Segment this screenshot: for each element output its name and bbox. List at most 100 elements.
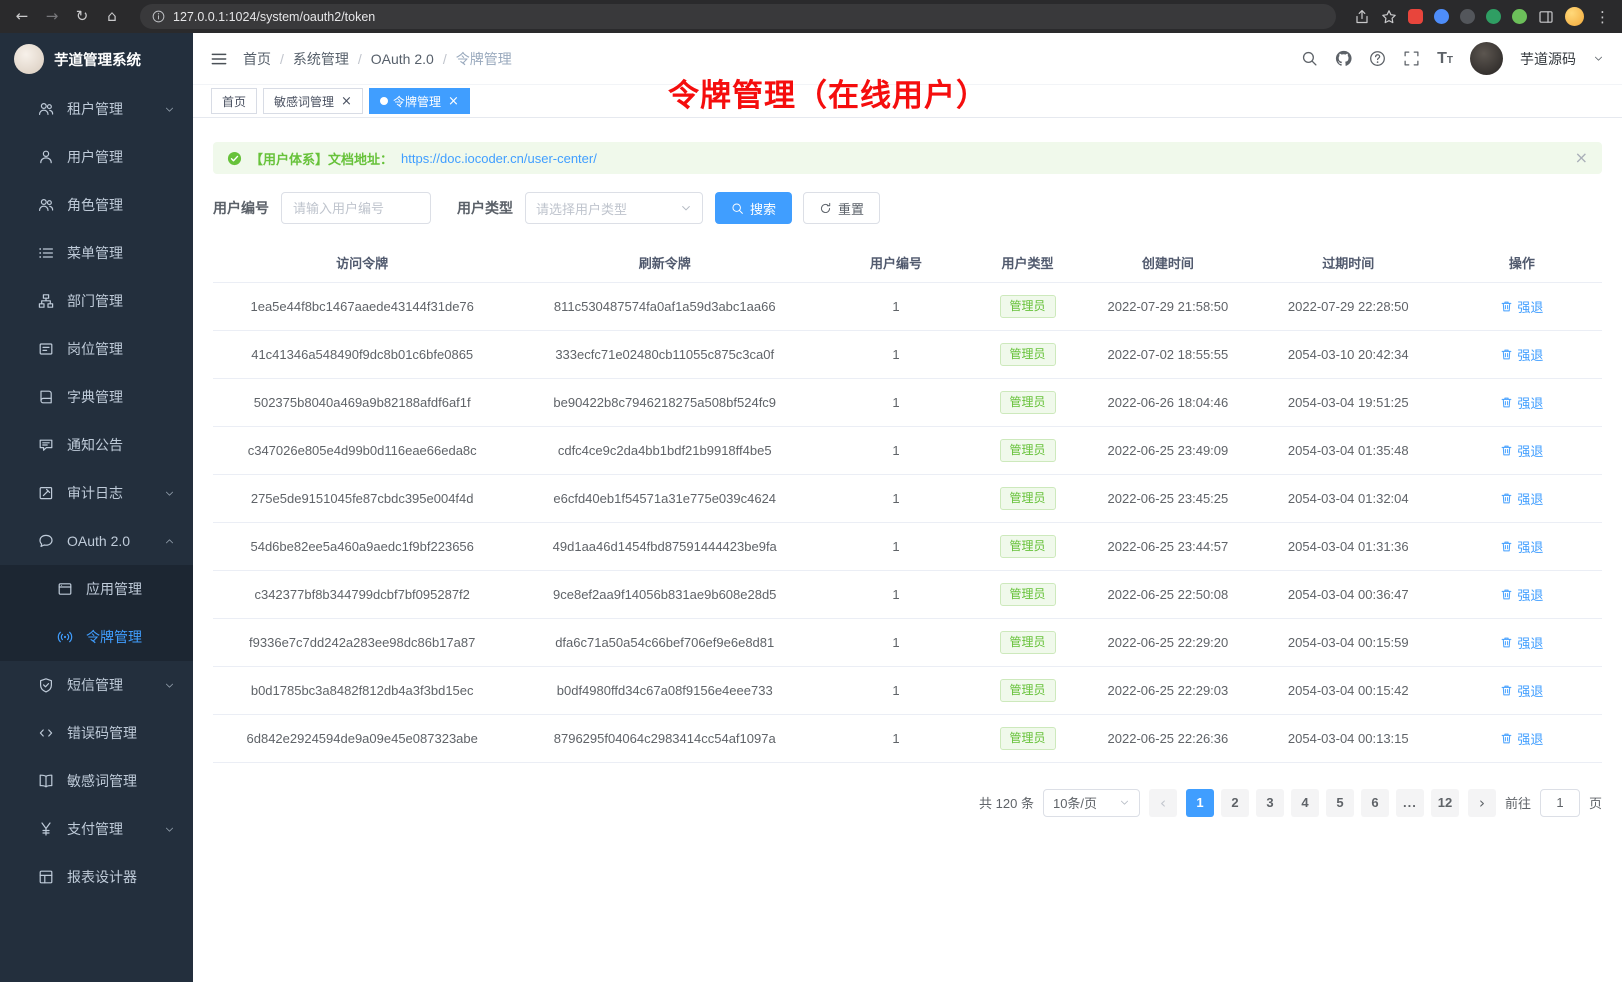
sidebar-item-pay[interactable]: 支付管理 bbox=[0, 805, 193, 853]
alert-close-icon[interactable]: × bbox=[1575, 150, 1588, 166]
menu-collapse-icon[interactable] bbox=[211, 51, 227, 67]
tab-close-icon[interactable]: × bbox=[448, 95, 459, 108]
force-logout-button[interactable]: 强退 bbox=[1500, 633, 1543, 652]
force-logout-button[interactable]: 强退 bbox=[1500, 441, 1543, 460]
help-icon[interactable] bbox=[1369, 50, 1386, 67]
sidebar-item-post[interactable]: 岗位管理 bbox=[0, 325, 193, 373]
pagination: 共 120 条 10条/页 ‹ 123456...12 › 前往 页 bbox=[213, 789, 1602, 817]
search-button[interactable]: 搜索 bbox=[715, 192, 792, 224]
font-size-icon[interactable]: TT bbox=[1437, 51, 1453, 67]
user-avatar[interactable] bbox=[1470, 42, 1503, 75]
search-icon[interactable] bbox=[1301, 50, 1318, 67]
user-id-cell: 1 bbox=[818, 330, 974, 378]
force-logout-button[interactable]: 强退 bbox=[1500, 393, 1543, 412]
page-button[interactable]: 3 bbox=[1256, 789, 1284, 817]
extension-puzzle-icon[interactable] bbox=[1512, 9, 1527, 24]
chevron-down-icon bbox=[164, 488, 175, 499]
sidebar-item-error-code[interactable]: 错误码管理 bbox=[0, 709, 193, 757]
page-button[interactable]: 6 bbox=[1361, 789, 1389, 817]
url-bar[interactable]: 127.0.0.1:1024/system/oauth2/token bbox=[140, 4, 1336, 29]
page-button[interactable]: 5 bbox=[1326, 789, 1354, 817]
shield-icon bbox=[38, 677, 54, 693]
signal-icon bbox=[57, 629, 73, 645]
sidebar-item-dict[interactable]: 字典管理 bbox=[0, 373, 193, 421]
page-size-value: 10条/页 bbox=[1053, 793, 1097, 812]
force-logout-button[interactable]: 强退 bbox=[1500, 537, 1543, 556]
fullscreen-icon[interactable] bbox=[1403, 50, 1420, 67]
page-size-select[interactable]: 10条/页 bbox=[1043, 789, 1140, 817]
tab-sensitive-word[interactable]: 敏感词管理× bbox=[263, 88, 363, 114]
page-button[interactable]: 1 bbox=[1186, 789, 1214, 817]
table-row: 502375b8040a469a9b82188afdf6af1fbe90422b… bbox=[213, 378, 1602, 426]
goto-page-input[interactable] bbox=[1540, 789, 1580, 817]
extension-red-icon[interactable] bbox=[1408, 9, 1423, 24]
reset-button[interactable]: 重置 bbox=[803, 192, 880, 224]
sidebar-item-audit-log[interactable]: 审计日志 bbox=[0, 469, 193, 517]
force-logout-button[interactable]: 强退 bbox=[1500, 297, 1543, 316]
next-page-button[interactable]: › bbox=[1468, 789, 1496, 817]
breadcrumb-item[interactable]: 首页 bbox=[243, 49, 271, 69]
bookmark-star-icon[interactable] bbox=[1381, 9, 1397, 25]
force-logout-button[interactable]: 强退 bbox=[1500, 681, 1543, 700]
app: 芋道管理系统 租户管理用户管理角色管理菜单管理部门管理岗位管理字典管理通知公告审… bbox=[0, 33, 1622, 982]
sidebar-item-user[interactable]: 用户管理 bbox=[0, 133, 193, 181]
app-logo[interactable]: 芋道管理系统 bbox=[0, 33, 193, 85]
prev-page-button[interactable]: ‹ bbox=[1149, 789, 1177, 817]
browser-profile-icon[interactable] bbox=[1565, 7, 1584, 26]
user-type-select[interactable]: 请选择用户类型 bbox=[525, 192, 703, 224]
filter-bar: 用户编号 用户类型 请选择用户类型 搜索 重置 bbox=[213, 192, 1602, 224]
user-name[interactable]: 芋道源码 bbox=[1520, 49, 1576, 69]
tab-close-icon[interactable]: × bbox=[341, 95, 352, 108]
sidebar-item-menu[interactable]: 菜单管理 bbox=[0, 229, 193, 277]
force-logout-button[interactable]: 强退 bbox=[1500, 729, 1543, 748]
sidebar-item-sensitive-word[interactable]: 敏感词管理 bbox=[0, 757, 193, 805]
trash-icon bbox=[1500, 348, 1513, 361]
window-icon bbox=[57, 581, 73, 597]
github-icon[interactable] bbox=[1335, 50, 1352, 67]
expire-time-cell: 2054-03-10 20:42:34 bbox=[1255, 330, 1442, 378]
page-button[interactable]: 2 bbox=[1221, 789, 1249, 817]
sidebar-item-label: 敏感词管理 bbox=[67, 771, 175, 791]
site-info-icon[interactable] bbox=[152, 10, 165, 23]
force-logout-button[interactable]: 强退 bbox=[1500, 489, 1543, 508]
sidebar-item-report[interactable]: 报表设计器 bbox=[0, 853, 193, 901]
sidebar-item-label: 通知公告 bbox=[67, 435, 175, 455]
breadcrumb-item[interactable]: 系统管理 bbox=[293, 49, 349, 69]
extension-blue-icon[interactable] bbox=[1434, 9, 1449, 24]
browser-home-icon[interactable]: ⌂ bbox=[102, 7, 122, 27]
force-logout-button[interactable]: 强退 bbox=[1500, 345, 1543, 364]
sidebar-item-app[interactable]: 应用管理 bbox=[0, 565, 193, 613]
refresh-token-cell: 333ecfc71e02480cb11055c875c3ca0f bbox=[511, 330, 818, 378]
more-pages-button[interactable]: ... bbox=[1396, 789, 1424, 817]
sidebar-item-sms[interactable]: 短信管理 bbox=[0, 661, 193, 709]
tab-home[interactable]: 首页 bbox=[211, 88, 257, 114]
page-button[interactable]: 12 bbox=[1431, 789, 1459, 817]
sidebar-item-label: 字典管理 bbox=[67, 387, 175, 407]
sidebar-item-tenant[interactable]: 租户管理 bbox=[0, 85, 193, 133]
breadcrumb-item[interactable]: OAuth 2.0 bbox=[371, 51, 434, 67]
sidebar-item-dept[interactable]: 部门管理 bbox=[0, 277, 193, 325]
sidebar-item-token[interactable]: 令牌管理 bbox=[0, 613, 193, 661]
browser-back-icon[interactable]: ← bbox=[12, 7, 32, 27]
user-type-badge: 管理员 bbox=[1000, 583, 1056, 606]
force-logout-button[interactable]: 强退 bbox=[1500, 585, 1543, 604]
sidebar-item-oauth2[interactable]: OAuth 2.0 bbox=[0, 517, 193, 565]
extension-green-icon[interactable] bbox=[1486, 9, 1501, 24]
alert-doc-link[interactable]: https://doc.iocoder.cn/user-center/ bbox=[401, 151, 597, 166]
refresh-token-cell: b0df4980ffd34c67a08f9156e4eee733 bbox=[511, 666, 818, 714]
tab-token[interactable]: 令牌管理× bbox=[369, 88, 470, 114]
side-panel-icon[interactable] bbox=[1538, 9, 1554, 25]
browser-reload-icon[interactable]: ↻ bbox=[72, 7, 92, 27]
user-id-input[interactable] bbox=[281, 192, 431, 224]
browser-menu-icon[interactable]: ⋮ bbox=[1595, 8, 1610, 26]
user-id-cell: 1 bbox=[818, 666, 974, 714]
browser-forward-icon[interactable]: → bbox=[42, 7, 62, 27]
force-logout-label: 强退 bbox=[1517, 681, 1543, 700]
page-button[interactable]: 4 bbox=[1291, 789, 1319, 817]
share-icon[interactable] bbox=[1354, 9, 1370, 25]
alert-text: 【用户体系】文档地址： bbox=[250, 149, 393, 168]
sidebar-item-role[interactable]: 角色管理 bbox=[0, 181, 193, 229]
chevron-down-icon[interactable] bbox=[1593, 53, 1604, 64]
extension-dark-icon[interactable] bbox=[1460, 9, 1475, 24]
sidebar-item-notice[interactable]: 通知公告 bbox=[0, 421, 193, 469]
